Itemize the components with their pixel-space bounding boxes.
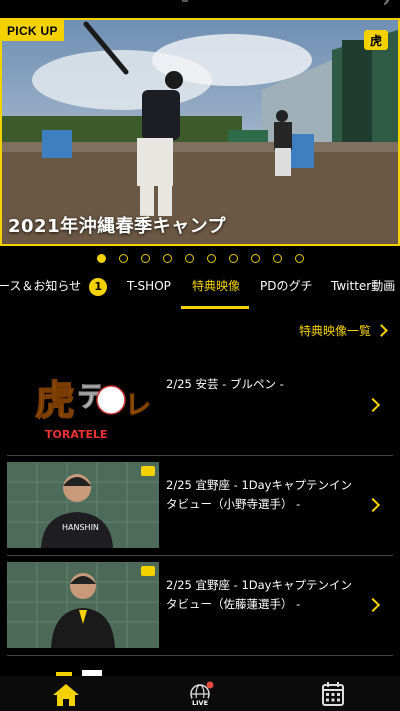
hero-banner[interactable]: PICK UP 虎 2021年沖縄春季キャンプ: [0, 18, 400, 246]
video-thumbnail: [7, 562, 159, 648]
tab-news[interactable]: ース＆お知らせ 1: [0, 272, 108, 308]
bonus-videos-list-link[interactable]: 特典映像一覧: [298, 322, 388, 339]
hero-image: [2, 20, 398, 244]
active-tab-underline: [181, 306, 249, 309]
tab-news-label: ース＆お知らせ: [0, 279, 82, 293]
player-photo: [7, 562, 159, 648]
video-title: 2/25 宜野座 - 1Dayキャプテンインタビュー（小野寺選手） -: [166, 478, 352, 511]
tab-pd-grumble[interactable]: PDのグチ: [260, 272, 312, 308]
carousel-dot[interactable]: [140, 254, 150, 263]
carousel-dot[interactable]: [118, 254, 128, 263]
notification-dot: [206, 681, 214, 689]
status-fragment: [182, 0, 188, 2]
calendar-icon: [322, 682, 344, 706]
carousel-dot[interactable]: [228, 254, 238, 263]
svg-text:HANSHIN: HANSHIN: [62, 523, 99, 532]
nav-calendar[interactable]: [316, 680, 350, 708]
video-list-item[interactable]: 虎 テ レ TORATELE 2/25 安芸 - ブルペン -: [0, 362, 400, 454]
carousel-dot[interactable]: [96, 254, 106, 263]
live-globe-icon: LIVE: [190, 681, 214, 707]
carousel-dot[interactable]: [272, 254, 282, 263]
video-title: 2/25 宜野座 - 1Dayキャプテンインタビュー（佐藤蓮選手） -: [166, 578, 352, 611]
chevron-right-icon: [375, 324, 388, 337]
list-divider: [7, 655, 393, 656]
list-divider: [7, 555, 393, 556]
carousel-indicator[interactable]: [0, 254, 400, 266]
top-status-strip: [0, 0, 400, 18]
chevron-right-icon: [365, 497, 381, 513]
toratele-logo: 虎 テ レ TORATELE: [7, 362, 159, 448]
pickup-badge: PICK UP: [2, 20, 64, 41]
carousel-dot[interactable]: [184, 254, 194, 263]
nav-home[interactable]: [49, 680, 83, 708]
video-list-item[interactable]: HANSHIN 2/25 宜野座 - 1Dayキャプテンインタビュー（小野寺選手…: [0, 462, 400, 548]
next-item-peek: [56, 670, 102, 676]
toratele-logo-small: 虎: [364, 30, 388, 50]
hero-title: 2021年沖縄春季キャンプ: [8, 216, 227, 237]
tab-twitter-videos[interactable]: Twitter動画: [331, 272, 395, 308]
live-label: LIVE: [192, 699, 208, 707]
carousel-dot[interactable]: [162, 254, 172, 263]
tab-tshop[interactable]: T-SHOP: [127, 272, 171, 308]
carousel-dot[interactable]: [206, 254, 216, 263]
chevron-right-icon: [365, 397, 381, 413]
video-title: 2/25 安芸 - ブルペン -: [166, 377, 284, 391]
chevron-right-icon: [365, 597, 381, 613]
tab-news-badge: 1: [89, 277, 108, 296]
carousel-dot[interactable]: [250, 254, 260, 263]
video-list-item[interactable]: 2/25 宜野座 - 1Dayキャプテンインタビュー（佐藤蓮選手） -: [0, 562, 400, 648]
chevron-icon[interactable]: [380, 0, 390, 6]
carousel-dot[interactable]: [294, 254, 304, 263]
player-photo: HANSHIN: [7, 462, 159, 548]
tab-bar: ース＆お知らせ 1 T-SHOP 特典映像 PDのグチ Twitter動画: [0, 272, 400, 310]
video-thumbnail: HANSHIN: [7, 462, 159, 548]
tab-bonus-videos[interactable]: 特典映像: [192, 272, 240, 308]
video-thumbnail: 虎 テ レ TORATELE: [7, 362, 159, 448]
svg-text:虎: 虎: [35, 378, 75, 424]
more-link-label: 特典映像一覧: [298, 324, 371, 338]
bottom-navigation: LIVE: [0, 676, 400, 711]
svg-text:虎: 虎: [370, 33, 382, 48]
nav-live[interactable]: LIVE: [183, 680, 217, 708]
svg-text:レ: レ: [125, 391, 151, 421]
logo-wordmark: TORATELE: [45, 428, 108, 441]
home-icon: [53, 684, 79, 706]
list-divider: [7, 455, 393, 456]
